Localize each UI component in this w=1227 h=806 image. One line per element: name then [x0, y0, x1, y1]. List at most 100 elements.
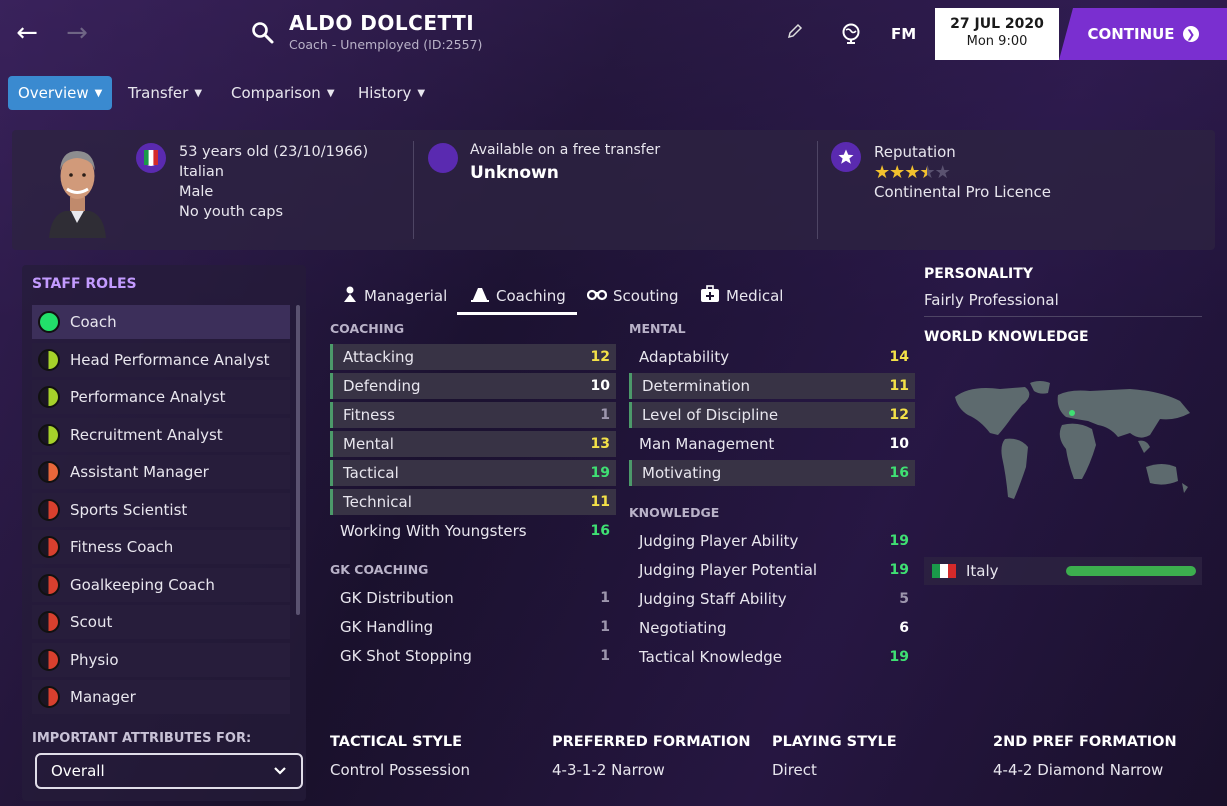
scrollbar[interactable] [296, 305, 300, 615]
attribute-row[interactable]: Defending 10 [330, 373, 616, 399]
attribute-row[interactable]: Tactical Knowledge 19 [629, 644, 915, 670]
staff-role-item[interactable]: Coach [32, 305, 290, 339]
attribute-row[interactable]: Motivating 16 [629, 460, 915, 486]
attribute-row[interactable]: GK Shot Stopping 1 [330, 643, 616, 669]
attribute-row[interactable]: Adaptability 14 [629, 344, 915, 370]
tab-comparison[interactable]: Comparison ▼ [221, 76, 345, 110]
role-label: Head Performance Analyst [70, 350, 270, 369]
important-attributes-select[interactable]: Overall [35, 753, 303, 789]
staff-role-item[interactable]: Manager [32, 680, 290, 714]
attribute-value: 1 [600, 590, 610, 606]
attribute-label: Tactical Knowledge [639, 648, 782, 666]
attribute-row[interactable]: GK Handling 1 [330, 614, 616, 640]
role-suitability-icon [38, 311, 60, 333]
staff-role-item[interactable]: Physio [32, 642, 290, 677]
tab-transfer[interactable]: Transfer ▼ [118, 76, 212, 110]
attribute-label: Judging Player Ability [639, 532, 799, 550]
tab-coaching[interactable]: Coaching [470, 278, 566, 314]
attribute-row[interactable]: Judging Player Potential 19 [629, 557, 915, 583]
tab-managerial[interactable]: Managerial [342, 278, 447, 314]
attribute-row[interactable]: GK Distribution 1 [330, 585, 616, 611]
transfer-status-icon [428, 143, 458, 173]
star-icon: ★ [904, 162, 920, 183]
attribute-value: 10 [889, 436, 909, 452]
tab-overview[interactable]: Overview ▼ [8, 76, 113, 110]
world-knowledge-title: WORLD KNOWLEDGE [924, 329, 1089, 345]
attribute-label: Judging Staff Ability [639, 590, 787, 608]
staff-role-item[interactable]: Assistant Manager [32, 455, 290, 489]
playing-style-title: PLAYING STYLE [772, 734, 897, 750]
attribute-row[interactable]: Attacking 12 [330, 344, 616, 370]
role-suitability-icon [38, 461, 60, 483]
attribute-label: Level of Discipline [642, 406, 779, 424]
attribute-label: GK Handling [340, 618, 434, 636]
tab-label: Comparison [231, 84, 321, 102]
world-map [950, 375, 1200, 515]
tab-scouting[interactable]: Scouting [586, 278, 679, 314]
chevron-down-icon: ▼ [194, 87, 203, 99]
attribute-row[interactable]: Determination 11 [629, 373, 915, 399]
role-label: Goalkeeping Coach [70, 575, 215, 594]
half-star-icon: ★ [919, 162, 935, 183]
caps-text: No youth caps [179, 204, 284, 220]
divider [413, 141, 414, 239]
attribute-label: Negotiating [639, 619, 727, 637]
attribute-row[interactable]: Judging Player Ability 19 [629, 528, 915, 554]
attribute-row[interactable]: Judging Staff Ability 5 [629, 586, 915, 612]
attribute-row[interactable]: Technical 11 [330, 489, 616, 515]
attribute-value: 14 [889, 349, 909, 365]
globe-icon[interactable] [840, 22, 862, 48]
staff-role-item[interactable]: Head Performance Analyst [32, 342, 290, 377]
attribute-value: 11 [590, 494, 610, 510]
tab-label: Coaching [496, 287, 566, 305]
attribute-value: 1 [600, 407, 610, 423]
date-text: 27 JUL 2020 [950, 16, 1044, 32]
search-icon[interactable] [251, 21, 275, 49]
attribute-value: 19 [889, 533, 909, 549]
role-label: Recruitment Analyst [70, 425, 223, 444]
attribute-label: Technical [343, 493, 412, 511]
transfer-value: Unknown [470, 163, 559, 183]
italy-flag-icon [932, 564, 956, 578]
continue-label: CONTINUE [1087, 25, 1175, 43]
chevron-down-icon: ▼ [94, 87, 103, 99]
tab-medical[interactable]: Medical [700, 278, 783, 314]
tab-label: Overview [18, 84, 89, 102]
role-suitability-icon [38, 611, 60, 633]
attribute-value: 6 [899, 620, 909, 636]
attribute-value: 12 [590, 349, 610, 365]
attribute-row[interactable]: Working With Youngsters 16 [330, 518, 616, 544]
role-suitability-icon [38, 648, 60, 671]
staff-role-item[interactable]: Performance Analyst [32, 380, 290, 414]
attribute-label: Adaptability [639, 348, 730, 366]
tab-label: Managerial [364, 287, 448, 305]
back-arrow-icon[interactable]: ← [12, 18, 42, 48]
attribute-value: 1 [600, 648, 610, 664]
staff-role-item[interactable]: Recruitment Analyst [32, 417, 290, 452]
attribute-row[interactable]: Level of Discipline 12 [629, 402, 915, 428]
edit-pencil-icon[interactable] [786, 22, 804, 44]
staff-role-item[interactable]: Scout [32, 605, 290, 639]
reputation-star-icon [831, 142, 861, 172]
staff-role-item[interactable]: Fitness Coach [32, 530, 290, 564]
second-formation-title: 2ND PREF FORMATION [993, 734, 1177, 750]
role-label: Scout [70, 613, 113, 631]
continue-button[interactable]: CONTINUE ❯ [1059, 8, 1227, 60]
attribute-row[interactable]: Negotiating 6 [629, 615, 915, 641]
tab-label: Medical [726, 287, 784, 305]
age-text: 53 years old (23/10/1966) [179, 144, 369, 160]
staff-role-item[interactable]: Sports Scientist [32, 492, 290, 527]
tab-history[interactable]: History ▼ [348, 76, 435, 110]
attribute-row[interactable]: Tactical 19 [330, 460, 616, 486]
divider [924, 316, 1202, 317]
attribute-row[interactable]: Mental 13 [330, 431, 616, 457]
forward-arrow-icon[interactable]: → [62, 18, 92, 48]
attribute-row[interactable]: Fitness 1 [330, 402, 616, 428]
staff-role-item[interactable]: Goalkeeping Coach [32, 567, 290, 602]
role-suitability-icon [38, 573, 60, 596]
attribute-row[interactable]: Man Management 10 [629, 431, 915, 457]
attribute-value: 13 [590, 436, 610, 452]
fm-logo[interactable]: FM [891, 25, 916, 43]
role-label: Sports Scientist [70, 500, 188, 519]
nationality-text: Italian [179, 164, 224, 180]
